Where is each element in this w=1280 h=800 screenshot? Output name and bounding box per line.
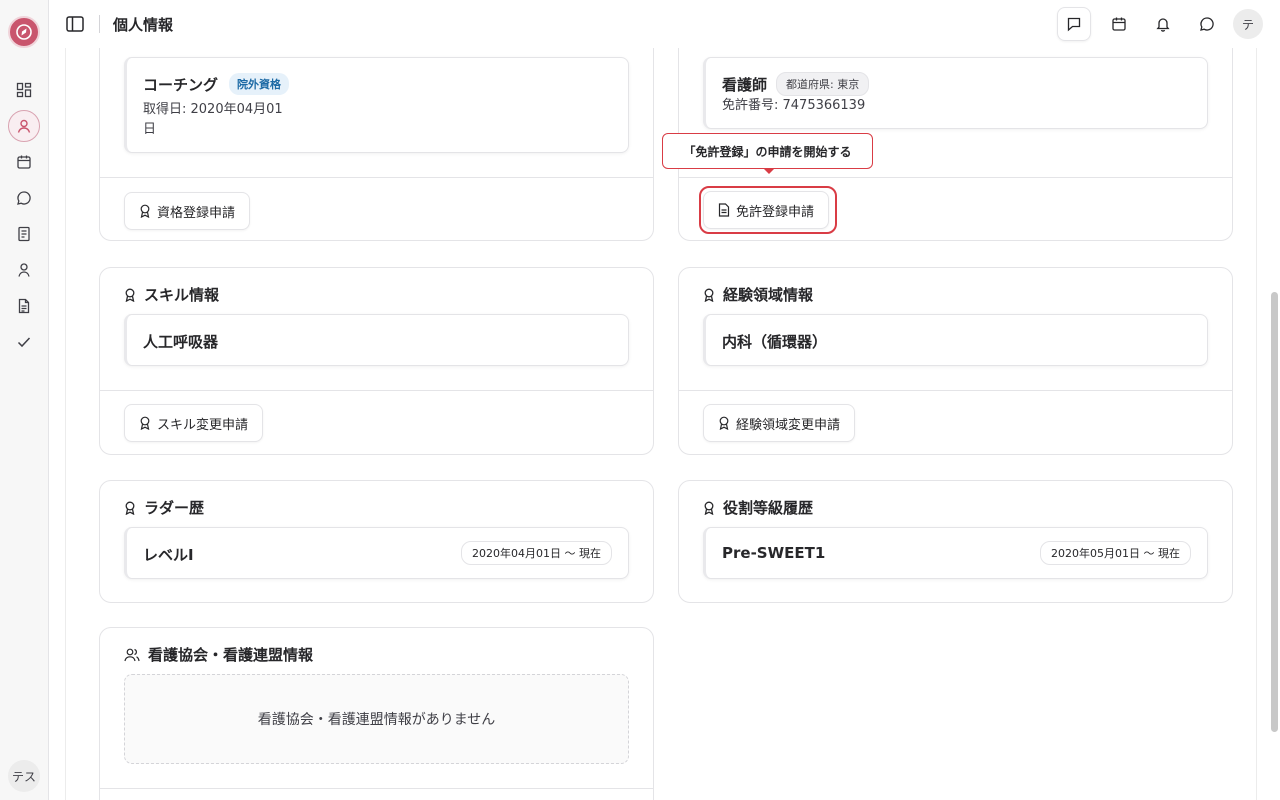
calendar-nav-icon[interactable]	[12, 150, 36, 174]
user-nav-icon[interactable]	[12, 258, 36, 282]
skill-change-button[interactable]: スキル変更申請	[124, 404, 264, 442]
license-number: 免許番号: 7475366139	[722, 98, 866, 113]
user-menu-avatar[interactable]: テス	[8, 760, 40, 792]
dashboard-icon[interactable]	[12, 78, 36, 102]
ladder-card-title: ラダー歴	[124, 497, 204, 518]
left-nav-rail: テス	[0, 0, 48, 800]
award-icon	[140, 416, 150, 430]
role-grade: Pre-SWEET1	[722, 544, 826, 562]
card-separator	[679, 177, 1232, 178]
tooltip-arrow	[763, 168, 775, 174]
check-nav-icon[interactable]	[12, 330, 36, 354]
award-icon	[125, 501, 135, 515]
award-icon	[704, 288, 714, 302]
qualification-card: コーチング 院外資格 取得日: 2020年04月01 日 資格登録申請	[99, 48, 654, 241]
top-header: 個人情報 テ	[49, 0, 1280, 48]
award-icon	[140, 204, 150, 218]
experience-change-button[interactable]: 経験領域変更申請	[703, 404, 856, 442]
association-empty-state: 看護協会・看護連盟情報がありません	[124, 674, 629, 764]
qualification-acquired-date-cont: 日	[143, 122, 157, 137]
role-title-text: 役割等級履歴	[723, 499, 814, 517]
prefecture-badge: 都道府県: 東京	[776, 72, 870, 96]
ladder-level: レベルI	[143, 546, 194, 564]
qualification-apply-button[interactable]: 資格登録申請	[124, 192, 251, 230]
qualification-name: コーチング	[143, 76, 219, 94]
skill-change-label: スキル変更申請	[157, 417, 249, 433]
qualification-apply-label: 資格登録申請	[157, 205, 236, 221]
experience-name: 内科（循環器）	[722, 333, 828, 351]
license-name: 看護師	[722, 76, 768, 94]
sidebar-toggle-icon[interactable]	[63, 12, 87, 36]
document-nav-icon[interactable]	[12, 294, 36, 318]
ladder-period-badge: 2020年04月01日 〜 現在	[461, 541, 612, 565]
main-frame: 個人情報 テ コーチング 院外資格 取得日: 2020年04月01 日 資格登録…	[48, 0, 1280, 800]
tooltip-text: 「免許登録」の申請を開始する	[683, 144, 852, 159]
role-card-title: 役割等級履歴	[703, 497, 813, 518]
scrollbar[interactable]	[1271, 292, 1278, 732]
skill-name: 人工呼吸器	[143, 333, 219, 351]
experience-card: 経験領域情報 内科（循環器） 経験領域変更申請	[678, 267, 1233, 455]
skill-item: 人工呼吸器	[124, 314, 629, 366]
award-icon	[704, 501, 714, 515]
card-separator	[679, 390, 1232, 391]
skill-title-text: スキル情報	[144, 286, 220, 304]
card-separator	[100, 390, 653, 391]
license-apply-tooltip: 「免許登録」の申請を開始する	[662, 133, 873, 174]
qualification-type-badge: 院外資格	[229, 73, 289, 95]
ladder-title-text: ラダー歴	[144, 499, 205, 517]
profile-content: コーチング 院外資格 取得日: 2020年04月01 日 資格登録申請 看護師 …	[65, 48, 1257, 800]
license-apply-label: 免許登録申請	[736, 204, 815, 220]
ladder-card: ラダー歴 レベルI 2020年04月01日 〜 現在	[99, 480, 654, 603]
header-avatar[interactable]: テ	[1233, 9, 1263, 39]
chat-icon[interactable]	[1191, 8, 1223, 40]
page-title: 個人情報	[113, 16, 174, 34]
notification-bell-icon[interactable]	[1147, 8, 1179, 40]
calendar-icon[interactable]	[1103, 8, 1135, 40]
header-divider	[99, 15, 100, 33]
users-icon	[124, 648, 140, 661]
chat-nav-icon[interactable]	[12, 186, 36, 210]
document-icon	[718, 203, 730, 217]
messages-icon[interactable]	[1057, 7, 1091, 41]
association-card: 看護協会・看護連盟情報 看護協会・看護連盟情報がありません	[99, 627, 654, 800]
profile-nav-icon[interactable]	[8, 110, 40, 142]
award-icon	[719, 416, 729, 430]
award-icon	[125, 288, 135, 302]
skill-card-title: スキル情報	[124, 284, 219, 305]
card-separator	[100, 788, 653, 789]
association-card-title: 看護協会・看護連盟情報	[124, 644, 313, 665]
role-period-badge: 2020年05月01日 〜 現在	[1040, 541, 1191, 565]
experience-item: 内科（循環器）	[703, 314, 1208, 366]
book-nav-icon[interactable]	[12, 222, 36, 246]
qualification-acquired-date: 取得日: 2020年04月01	[143, 102, 283, 117]
ladder-item: レベルI 2020年04月01日 〜 現在	[124, 527, 629, 579]
association-title-text: 看護協会・看護連盟情報	[148, 646, 314, 664]
role-item: Pre-SWEET1 2020年05月01日 〜 現在	[703, 527, 1208, 579]
app-logo-icon[interactable]	[8, 16, 40, 48]
experience-card-title: 経験領域情報	[703, 284, 813, 305]
qualification-item: コーチング 院外資格 取得日: 2020年04月01 日	[124, 57, 629, 153]
experience-title-text: 経験領域情報	[723, 286, 814, 304]
role-card: 役割等級履歴 Pre-SWEET1 2020年05月01日 〜 現在	[678, 480, 1233, 603]
experience-change-label: 経験領域変更申請	[736, 417, 841, 433]
license-apply-button[interactable]: 免許登録申請	[703, 191, 830, 229]
skill-card: スキル情報 人工呼吸器 スキル変更申請	[99, 267, 654, 455]
license-item: 看護師 都道府県: 東京 免許番号: 7475366139	[703, 57, 1208, 129]
card-separator	[100, 177, 653, 178]
